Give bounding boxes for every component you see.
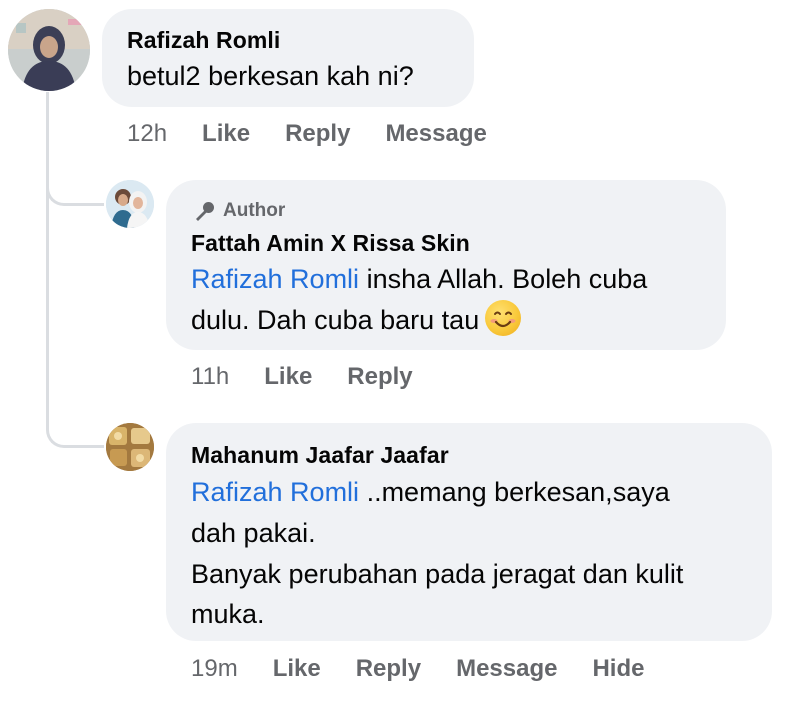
reply-text: dulu. Dah cuba baru tau	[191, 300, 522, 341]
reply-actions: 19m Like Reply Message Hide	[191, 655, 644, 683]
like-button[interactable]: Like	[273, 655, 321, 683]
reply-button[interactable]: Reply	[347, 363, 412, 391]
reply-text-line: Banyak perubahan pada jeragat dan kulit	[191, 559, 684, 589]
reply-text-line: insha Allah. Boleh cuba	[359, 264, 648, 294]
reply-text-line: dah pakai.	[191, 518, 316, 548]
mention-link[interactable]: Rafizah Romli	[191, 477, 359, 507]
microphone-icon	[196, 202, 214, 221]
avatar-photo	[106, 180, 154, 228]
message-button[interactable]: Message	[385, 120, 486, 148]
author-badge: Author	[193, 199, 285, 223]
avatar-photo	[106, 423, 154, 471]
avatar[interactable]	[106, 423, 154, 471]
smiling-face-emoji-icon	[485, 300, 522, 336]
reply-text-line: ..memang berkesan,saya	[359, 477, 670, 507]
reply-text-line: muka.	[191, 599, 265, 629]
reply-author[interactable]: Mahanum Jaafar Jaafar	[191, 442, 449, 469]
reply-connector	[46, 170, 104, 206]
reply-button[interactable]: Reply	[285, 120, 350, 148]
avatar-photo	[8, 9, 90, 91]
avatar[interactable]	[8, 9, 90, 91]
hide-button[interactable]: Hide	[592, 655, 644, 683]
like-button[interactable]: Like	[264, 363, 312, 391]
reply-text-line: dulu. Dah cuba baru tau	[191, 305, 480, 335]
reply-timestamp[interactable]: 19m	[191, 655, 238, 683]
avatar[interactable]	[106, 180, 154, 228]
comment-actions: 12h Like Reply Message	[127, 120, 487, 148]
comment-author[interactable]: Rafizah Romli	[127, 27, 280, 54]
reply-text: Rafizah Romli ..memang berkesan,saya	[191, 472, 670, 513]
author-badge-label: Author	[223, 200, 286, 221]
like-button[interactable]: Like	[202, 120, 250, 148]
comment-text: betul2 berkesan kah ni?	[127, 61, 414, 91]
thread-line	[46, 92, 49, 392]
reply-author[interactable]: Fattah Amin X Rissa Skin	[191, 230, 470, 257]
comment-timestamp[interactable]: 12h	[127, 120, 167, 148]
reply-button[interactable]: Reply	[356, 655, 421, 683]
message-button[interactable]: Message	[456, 655, 557, 683]
reply-actions: 11h Like Reply	[191, 363, 413, 391]
reply-text: Rafizah Romli insha Allah. Boleh cuba	[191, 259, 647, 300]
reply-connector	[46, 390, 104, 448]
mention-link[interactable]: Rafizah Romli	[191, 264, 359, 294]
reply-timestamp[interactable]: 11h	[191, 363, 229, 391]
